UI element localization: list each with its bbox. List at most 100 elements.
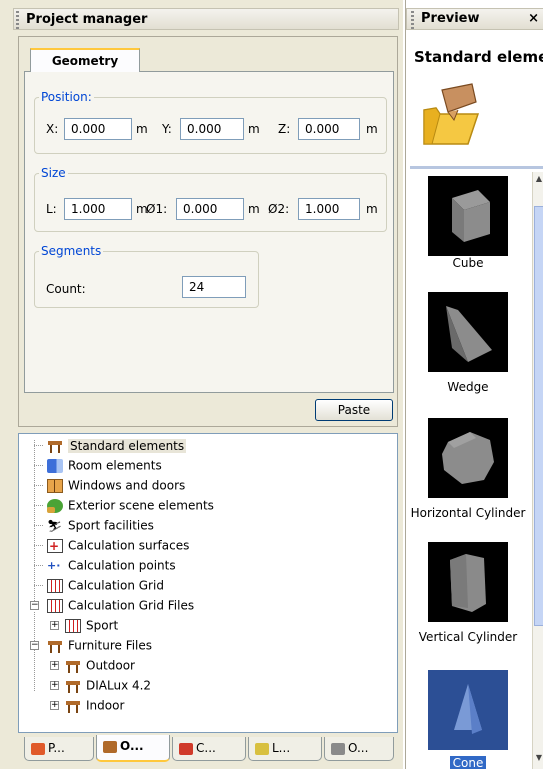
x-unit: m — [136, 122, 148, 136]
project-manager-header: Project manager — [13, 8, 399, 30]
window-icon — [47, 478, 63, 493]
tab-output[interactable]: O... — [324, 737, 394, 761]
size-legend: Size — [41, 166, 66, 180]
x-input[interactable]: 0.000 — [64, 118, 132, 140]
thumbnail-cube[interactable] — [428, 176, 508, 256]
expand-toggle[interactable]: + — [50, 681, 59, 690]
preview-panel: Preview × Standard eleme Cube Wedge Hori… — [405, 0, 543, 769]
furniture-icon — [65, 699, 81, 713]
furniture-icon — [47, 639, 63, 653]
tree-item-room-elements[interactable]: Room elements — [47, 455, 162, 475]
tab-luminaires[interactable]: L... — [248, 737, 322, 761]
tree-connector — [34, 465, 44, 466]
thumbnail-horizontal-cylinder[interactable] — [428, 418, 508, 498]
bottom-tab-bar: P... O... C... L... O... — [18, 735, 398, 763]
project-manager-title: Project manager — [26, 12, 148, 27]
l-label: L: — [46, 202, 57, 216]
paste-button[interactable]: Paste — [315, 399, 393, 421]
project-icon — [31, 742, 45, 755]
drag-grip-icon[interactable] — [16, 11, 19, 29]
x-label: X: — [46, 122, 59, 136]
tree-connector — [34, 505, 44, 506]
scrollbar-thumb[interactable] — [534, 206, 543, 626]
tab-colors[interactable]: C... — [172, 737, 246, 761]
calc-grid-icon — [65, 618, 81, 633]
tree-item-sport-facilities[interactable]: Sport facilities — [47, 515, 154, 536]
length-input[interactable]: 1.000 — [64, 198, 132, 220]
tree-item-dialux[interactable]: DIALux 4.2 — [65, 675, 151, 695]
diameter1-input[interactable]: 0.000 — [176, 198, 244, 220]
tree-connector — [34, 445, 44, 446]
drag-grip-icon[interactable] — [411, 11, 414, 29]
tree-item-outdoor[interactable]: Outdoor — [65, 655, 135, 675]
segments-legend: Segments — [41, 244, 102, 258]
separator — [410, 166, 543, 169]
color-icon — [179, 742, 193, 755]
expand-toggle[interactable]: + — [50, 661, 59, 670]
furniture-icon — [65, 679, 81, 693]
calc-surface-icon — [47, 536, 63, 556]
luminaire-icon — [255, 742, 269, 755]
tree-item-windows-doors[interactable]: Windows and doors — [47, 475, 185, 495]
collapse-toggle[interactable]: − — [30, 641, 39, 650]
printer-icon — [331, 742, 345, 755]
furniture-icon — [103, 740, 117, 753]
calc-grid-icon — [47, 578, 63, 593]
scroll-up-icon[interactable]: ▲ — [534, 174, 543, 188]
tree-item-furniture-files[interactable]: Furniture Files — [47, 635, 152, 655]
thumbnail-label: Cube — [452, 256, 484, 270]
tree-connector — [34, 545, 44, 546]
thumbnail-label: Wedge — [447, 380, 489, 394]
thumbnail-wedge[interactable] — [428, 292, 508, 372]
preview-title: Preview — [421, 11, 480, 26]
tree-item-calc-grid[interactable]: Calculation Grid — [47, 575, 164, 595]
z-label: Z: — [278, 122, 291, 136]
cube-icon — [452, 190, 490, 242]
tree-item-calc-points[interactable]: Calculation points — [47, 555, 176, 576]
tree-connector — [34, 612, 35, 692]
calc-points-icon — [47, 556, 63, 576]
thumbnail-cone[interactable] — [428, 670, 508, 750]
collapse-toggle[interactable]: − — [30, 601, 39, 610]
y-input[interactable]: 0.000 — [180, 118, 244, 140]
scroll-down-icon[interactable]: ▼ — [534, 753, 543, 767]
tab-project[interactable]: P... — [24, 737, 94, 761]
room-icon — [47, 458, 63, 473]
expand-toggle[interactable]: + — [50, 621, 59, 630]
diameter2-unit: m — [366, 202, 378, 216]
calc-grid-icon — [47, 598, 63, 613]
close-icon[interactable]: × — [528, 9, 539, 29]
tree-connector — [34, 565, 44, 566]
z-unit: m — [366, 122, 378, 136]
cone-icon — [428, 670, 508, 750]
tree-item-sport[interactable]: Sport — [65, 615, 118, 635]
count-label: Count: — [46, 282, 86, 296]
segments-count-input[interactable]: 24 — [182, 276, 246, 298]
thumbnail-vertical-cylinder[interactable] — [428, 542, 508, 622]
tree-connector — [34, 585, 44, 586]
thumbnail-label: Horizontal Cylinder — [410, 506, 526, 520]
tree-item-calc-surfaces[interactable]: Calculation surfaces — [47, 535, 189, 556]
diameter1-unit: m — [248, 202, 260, 216]
horizontal-cylinder-icon — [442, 432, 494, 484]
preview-heading: Standard eleme — [414, 48, 543, 66]
tree-icon — [47, 498, 63, 513]
tree-connector — [34, 485, 44, 486]
tree-item-standard-elements[interactable]: Standard elements — [47, 435, 187, 455]
preview-header: Preview × — [406, 8, 543, 30]
expand-toggle[interactable]: + — [50, 701, 59, 710]
tree-item-exterior-scene[interactable]: Exterior scene elements — [47, 495, 214, 515]
y-unit: m — [248, 122, 260, 136]
tab-objects[interactable]: O... — [96, 735, 170, 762]
sport-icon — [47, 516, 63, 536]
tab-geometry[interactable]: Geometry — [30, 48, 140, 72]
z-input[interactable]: 0.000 — [298, 118, 360, 140]
thumbnail-label-selected: Cone — [410, 756, 526, 769]
diameter2-input[interactable]: 1.000 — [298, 198, 360, 220]
diameter2-label: Ø2: — [268, 202, 290, 216]
tree-item-indoor[interactable]: Indoor — [65, 695, 124, 715]
vertical-scrollbar[interactable]: ▲ ▼ — [532, 172, 543, 769]
tree-item-calc-grid-files[interactable]: Calculation Grid Files — [47, 595, 194, 615]
element-tree: Standard elements Room elements Windows … — [18, 433, 398, 733]
position-legend: Position: — [41, 90, 92, 104]
